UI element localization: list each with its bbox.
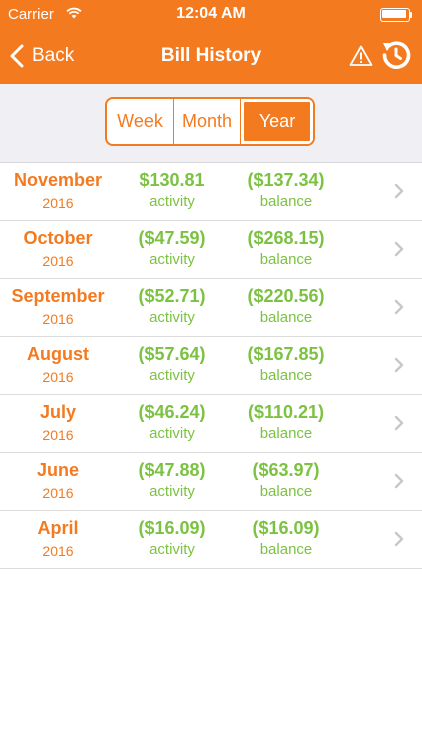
row-balance-label: balance — [259, 541, 313, 558]
chevron-right-icon — [394, 183, 404, 199]
row-activity-label: activity — [149, 367, 195, 384]
row-balance-amount: ($16.09) — [252, 518, 320, 538]
row-month: July — [39, 402, 77, 422]
row-balance-label: balance — [259, 483, 313, 500]
row-month: August — [27, 344, 89, 364]
chevron-right-icon — [394, 299, 404, 315]
row-year: 2016 — [42, 195, 74, 211]
row-year: 2016 — [42, 427, 74, 443]
list-item[interactable]: September 2016 ($52.71) activity ($220.5… — [0, 279, 422, 337]
row-balance-label: balance — [259, 309, 313, 326]
row-activity-label: activity — [149, 483, 195, 500]
chevron-right-icon — [394, 531, 404, 547]
row-activity-amount: $130.81 — [139, 170, 205, 190]
row-balance-label: balance — [259, 193, 313, 210]
row-year: 2016 — [42, 543, 74, 559]
chevron-right-icon — [394, 473, 404, 489]
chevron-right-icon — [394, 357, 404, 373]
list-item[interactable]: April 2016 ($16.09) activity ($16.09) ba… — [0, 511, 422, 569]
row-activity-amount: ($57.64) — [138, 344, 206, 364]
row-activity-label: activity — [149, 541, 195, 558]
row-balance-label: balance — [259, 251, 313, 268]
row-activity-amount: ($47.88) — [138, 460, 206, 480]
list-item[interactable]: July 2016 ($46.24) activity ($110.21) ba… — [0, 395, 422, 453]
row-year: 2016 — [42, 311, 74, 327]
row-month: November — [13, 170, 103, 190]
list-item[interactable]: October 2016 ($47.59) activity ($268.15)… — [0, 221, 422, 279]
battery-icon — [380, 8, 413, 22]
row-month: April — [37, 518, 79, 538]
row-balance-label: balance — [259, 425, 313, 442]
row-month: September — [11, 286, 105, 306]
row-balance-amount: ($63.97) — [252, 460, 320, 480]
row-activity-amount: ($52.71) — [138, 286, 206, 306]
status-bar: Carrier 12:04 AM — [0, 0, 422, 28]
status-time: 12:04 AM — [176, 5, 246, 22]
row-activity-label: activity — [149, 193, 195, 210]
row-activity-amount: ($47.59) — [138, 228, 206, 248]
row-balance-amount: ($110.21) — [247, 402, 325, 422]
chevron-right-icon — [394, 415, 404, 431]
row-balance-label: balance — [259, 367, 313, 384]
row-month: June — [36, 460, 79, 480]
nav-bar: Back Bill History — [0, 28, 422, 84]
warning-triangle-icon[interactable] — [349, 44, 373, 68]
row-activity-amount: ($16.09) — [138, 518, 206, 538]
row-year: 2016 — [42, 369, 74, 385]
list-item[interactable]: November 2016 $130.81 activity ($137.34)… — [0, 163, 422, 221]
row-activity-label: activity — [149, 309, 195, 326]
period-selector-area: Week Month Year — [0, 84, 422, 163]
row-year: 2016 — [42, 253, 74, 269]
row-activity-label: activity — [149, 425, 195, 442]
row-activity-label: activity — [149, 251, 195, 268]
bill-history-list: November 2016 $130.81 activity ($137.34)… — [0, 163, 422, 569]
row-balance-amount: ($167.85) — [247, 344, 325, 364]
row-balance-amount: ($137.34) — [247, 170, 325, 190]
row-activity-amount: ($46.24) — [138, 402, 206, 422]
segment-year[interactable]: Year — [241, 99, 313, 144]
row-balance-amount: ($268.15) — [247, 228, 325, 248]
segment-week[interactable]: Week — [107, 99, 174, 144]
row-balance-amount: ($220.56) — [247, 286, 325, 306]
period-segmented-control: Week Month Year — [105, 97, 315, 146]
row-month: October — [23, 228, 93, 248]
refresh-icon[interactable] — [380, 39, 412, 71]
list-item[interactable]: June 2016 ($47.88) activity ($63.97) bal… — [0, 453, 422, 511]
row-year: 2016 — [42, 485, 74, 501]
app-header: Carrier 12:04 AM Back Bill History — [0, 0, 422, 84]
chevron-right-icon — [394, 241, 404, 257]
list-item[interactable]: August 2016 ($57.64) activity ($167.85) … — [0, 337, 422, 395]
segment-month[interactable]: Month — [174, 99, 241, 144]
